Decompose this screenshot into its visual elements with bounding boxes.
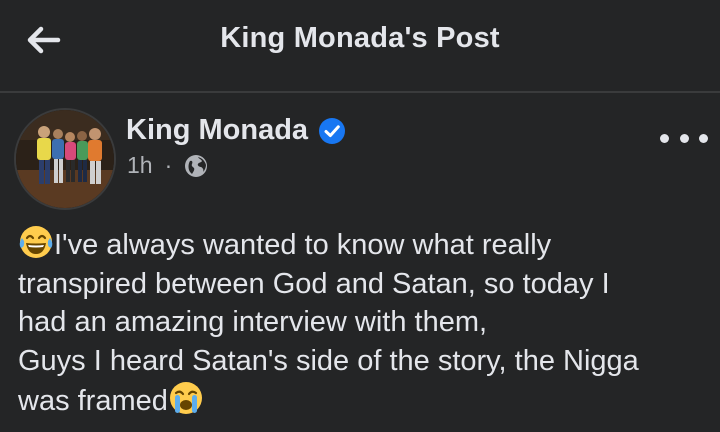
- post-line: had an amazing interview with them,: [18, 306, 488, 338]
- post-line-text: I've always wanted to know what really: [54, 229, 552, 261]
- globe-icon[interactable]: [184, 154, 208, 178]
- post-line: Guys I heard Satan's side of the story, …: [18, 344, 639, 377]
- post-line-text: was framed: [18, 385, 168, 417]
- post-line: was framed: [18, 380, 718, 421]
- meta-separator: ·: [164, 152, 173, 178]
- author-name[interactable]: King Monada: [126, 114, 308, 147]
- more-options-button[interactable]: [660, 124, 708, 152]
- group-photo: [16, 110, 114, 208]
- author-avatar[interactable]: [14, 108, 116, 210]
- author-name-row[interactable]: King Monada: [126, 114, 346, 147]
- crying-face-emoji: [169, 382, 202, 414]
- more-options-dot: [699, 133, 708, 143]
- post-text: I've always wanted to know what really t…: [18, 224, 718, 421]
- header-divider: [0, 91, 720, 93]
- more-options-dot: [679, 133, 689, 143]
- verified-badge-icon: [319, 117, 346, 144]
- page-title: King Monada's Post: [220, 22, 500, 54]
- post-line: transpired between God and Satan, so tod…: [18, 267, 610, 300]
- laughing-tears-emoji: [19, 226, 53, 258]
- top-bar: King Monada's Post: [0, 0, 720, 90]
- post-line: I've always wanted to know what really: [18, 224, 718, 265]
- more-options-dot: [660, 133, 669, 143]
- post-time[interactable]: 1h: [127, 152, 153, 179]
- post-meta: 1h ·: [127, 152, 208, 179]
